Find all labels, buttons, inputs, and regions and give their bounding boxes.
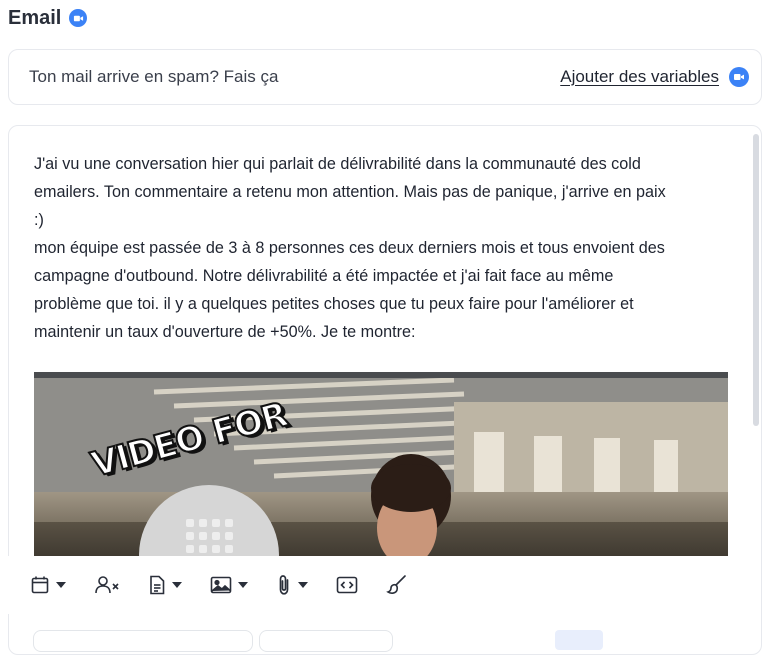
chevron-down-icon: [238, 582, 248, 588]
variables-control[interactable]: Ajouter des variables: [560, 67, 749, 87]
editor-toolbar: [8, 556, 756, 614]
subject-field[interactable]: Ton mail arrive en spam? Fais ça Ajouter…: [8, 49, 762, 105]
scrollbar[interactable]: [753, 134, 759, 426]
email-header: Email: [8, 6, 88, 30]
attachment-icon: [279, 575, 289, 595]
footer-field[interactable]: [259, 630, 393, 652]
insert-code-button[interactable]: [336, 569, 358, 601]
insert-image-button[interactable]: [210, 569, 248, 601]
chevron-down-icon: [298, 582, 308, 588]
image-icon: [210, 576, 232, 594]
code-icon: [336, 576, 358, 594]
email-body-text[interactable]: J'ai vu une conversation hier qui parlai…: [34, 150, 734, 346]
footer-button[interactable]: [555, 630, 603, 650]
format-painter-button[interactable]: [386, 569, 408, 601]
footer-field[interactable]: [33, 630, 253, 652]
attach-file-button[interactable]: [276, 569, 308, 601]
insert-date-button[interactable]: [30, 569, 66, 601]
page-title: Email: [8, 6, 62, 29]
video-camera-icon[interactable]: [729, 67, 749, 87]
chevron-down-icon: [172, 582, 182, 588]
add-variables-link[interactable]: Ajouter des variables: [560, 67, 719, 87]
remove-recipient-button[interactable]: [94, 569, 120, 601]
chevron-down-icon: [56, 582, 66, 588]
calendar-icon: [31, 576, 49, 594]
video-thumbnail[interactable]: VIDEO FOR: [34, 372, 728, 582]
brush-icon: [386, 575, 406, 594]
template-button[interactable]: [148, 569, 182, 601]
subject-text[interactable]: Ton mail arrive en spam? Fais ça: [29, 67, 278, 87]
video-camera-icon[interactable]: [69, 9, 88, 27]
remove-user-icon: [95, 576, 119, 594]
document-icon: [150, 575, 165, 595]
